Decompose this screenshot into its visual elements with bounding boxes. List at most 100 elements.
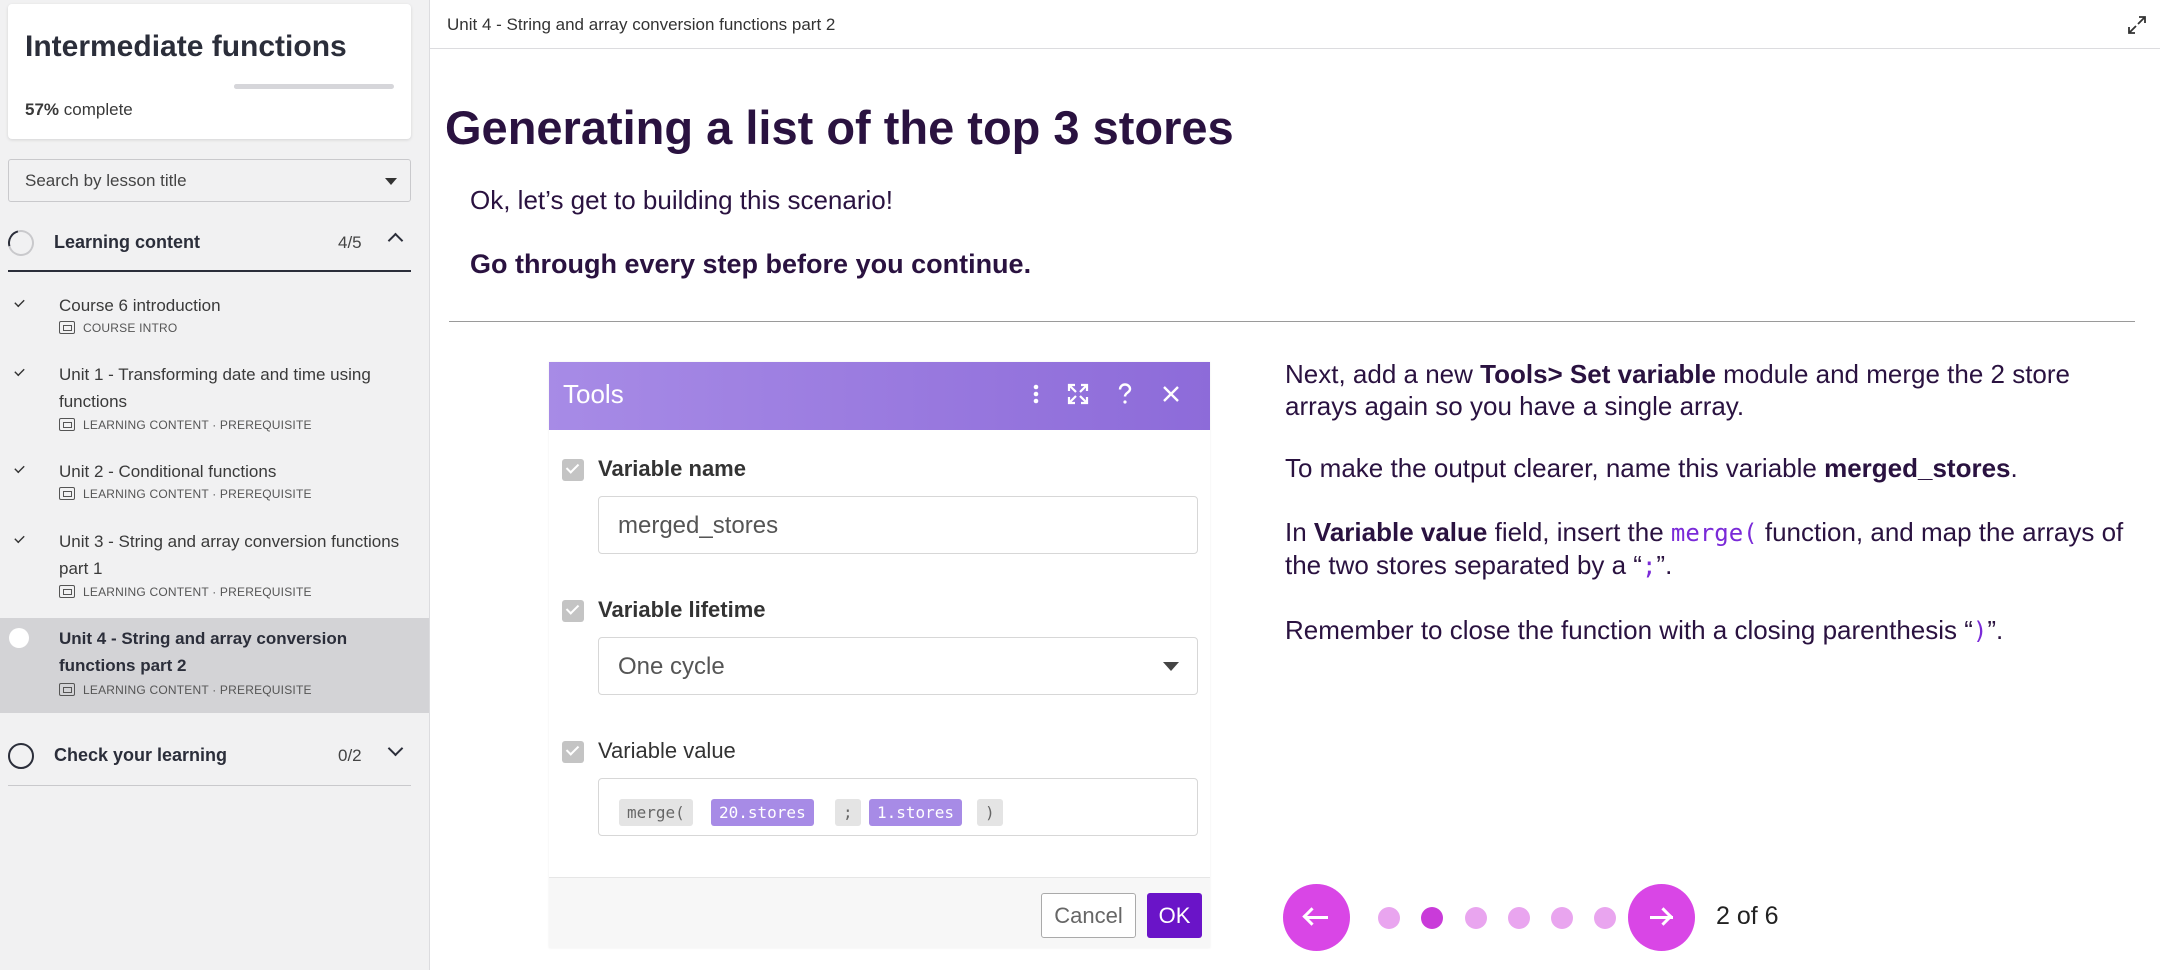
- ok-button: OK: [1147, 893, 1202, 938]
- next-slide-button[interactable]: [1628, 884, 1695, 951]
- content-icon: [59, 585, 75, 598]
- slide-dot[interactable]: [1508, 907, 1530, 929]
- section-check-your-learning[interactable]: Check your learning 0/2: [0, 730, 411, 780]
- section-label: Check your learning: [54, 745, 228, 765]
- text: In: [1285, 517, 1314, 547]
- instruction-paragraph-1: Next, add a new Tools> Set variable modu…: [1285, 358, 2135, 422]
- unit-title: Unit 4 - String and array conversion fun…: [447, 15, 836, 34]
- instruction-paragraph-2: To make the output clearer, name this va…: [1285, 452, 2135, 484]
- slide-dot[interactable]: [1378, 907, 1400, 929]
- section-count: 4/5: [338, 233, 362, 252]
- lesson-title: Unit 2 - Conditional functions: [59, 462, 277, 481]
- token-merge: merge(: [619, 799, 693, 826]
- instruction-paragraph-3: In Variable value field, insert the merg…: [1285, 516, 2135, 582]
- lesson-meta-text: LEARNING CONTENT · PREREQUISITE: [83, 683, 312, 697]
- lesson-unit-2[interactable]: Unit 2 - Conditional functions LEARNING …: [0, 458, 429, 510]
- lesson-content: Unit 4 - String and array conversion fun…: [429, 0, 2160, 970]
- code-text: merge(: [1670, 519, 1758, 547]
- tools-module-title: Tools: [563, 379, 624, 409]
- course-sidebar: Intermediate functions 57% complete Sear…: [0, 0, 429, 970]
- lesson-meta-text: LEARNING CONTENT · PREREQUISITE: [83, 487, 312, 501]
- lesson-unit-3[interactable]: Unit 3 - String and array conversion fun…: [0, 528, 429, 608]
- checkmark-icon: [14, 365, 25, 377]
- variable-name-input: merged_stores: [598, 496, 1198, 554]
- lesson-unit-4[interactable]: Unit 4 - String and array conversion fun…: [0, 618, 429, 713]
- lesson-meta-text: LEARNING CONTENT · PREREQUISITE: [83, 585, 312, 599]
- lesson-title: Unit 3 - String and array conversion fun…: [59, 532, 400, 578]
- section-label: Learning content: [54, 232, 201, 252]
- text: field, insert the: [1487, 517, 1671, 547]
- lesson-course-intro[interactable]: Course 6 introduction COURSE INTRO: [0, 292, 429, 344]
- close-icon: [1163, 386, 1179, 402]
- section-count: 0/2: [338, 746, 362, 765]
- text: Next, add a new: [1285, 359, 1481, 389]
- checkmark-icon: [14, 296, 25, 308]
- text: ”.: [1987, 615, 2004, 645]
- checkmark-icon: [14, 462, 25, 474]
- caret-down-icon: [385, 178, 397, 185]
- chevron-up-icon: [387, 232, 404, 249]
- checkmark-icon: [14, 532, 25, 544]
- lesson-search-select[interactable]: Search by lesson title: [8, 159, 411, 202]
- fullscreen-icon: [1067, 383, 1089, 405]
- lesson-meta-text: LEARNING CONTENT · PREREQUISITE: [83, 418, 312, 432]
- lesson-title: Unit 1 - Transforming date and time usin…: [59, 365, 371, 411]
- token-store-20: 20.stores: [711, 799, 814, 826]
- text: .: [2010, 453, 2018, 483]
- slide-dot[interactable]: [1551, 907, 1573, 929]
- course-title: Intermediate functions: [25, 30, 347, 63]
- section-learning-content[interactable]: Learning content 4/5: [0, 217, 411, 267]
- token-separator: ;: [835, 799, 861, 826]
- more-vertical-icon: [1033, 384, 1039, 404]
- slide-dot[interactable]: [1594, 907, 1616, 929]
- lesson-title: Unit 4 - String and array conversion fun…: [59, 629, 348, 675]
- content-icon: [59, 418, 75, 431]
- document-icon: [59, 321, 75, 334]
- variable-lifetime-select: One cycle: [598, 637, 1198, 695]
- section-divider: [8, 270, 411, 272]
- lesson-search-placeholder: Search by lesson title: [25, 171, 187, 190]
- tools-module-footer: Cancel OK: [549, 877, 1210, 948]
- text: Remember to close the function with a cl…: [1285, 615, 1973, 645]
- course-progress-bar: [234, 84, 394, 89]
- checkbox-collapse-icon: [562, 459, 584, 481]
- code-text: ;: [1641, 552, 1657, 580]
- tools-module-header: Tools: [549, 362, 1210, 430]
- variable-lifetime-value: One cycle: [618, 653, 725, 680]
- previous-slide-button[interactable]: [1283, 884, 1350, 951]
- intro-text: Ok, let’s get to building this scenario!: [470, 185, 893, 215]
- lesson-meta: LEARNING CONTENT · PREREQUISITE: [59, 418, 312, 432]
- course-progress-text: 57% complete: [25, 100, 133, 120]
- section-divider: [8, 785, 411, 786]
- progress-suffix: complete: [63, 100, 133, 119]
- field-label-variable-value: Variable value: [598, 738, 736, 763]
- arrow-right-head: [1654, 907, 1673, 926]
- lesson-meta-text: COURSE INTRO: [83, 321, 178, 335]
- arrow-left-head: [1302, 907, 1321, 926]
- empty-progress-circle-icon: [8, 743, 34, 769]
- help-icon: [1118, 383, 1132, 404]
- variable-value-input: merge( 20.stores ; 1.stores ): [598, 778, 1198, 836]
- intro-bold-text: Go through every step before you continu…: [470, 249, 1032, 279]
- expand-icon[interactable]: [2127, 15, 2147, 35]
- chevron-down-icon: [387, 740, 404, 757]
- slide-dot[interactable]: [1465, 907, 1487, 929]
- instruction-paragraph-4: Remember to close the function with a cl…: [1285, 614, 2135, 647]
- content-divider: [449, 321, 2135, 322]
- checkbox-collapse-icon: [562, 741, 584, 763]
- tools-module-image: Tools Variable name merged_stores Variab…: [549, 362, 1210, 948]
- progress-percent: 57%: [25, 100, 60, 119]
- lesson-meta: LEARNING CONTENT · PREREQUISITE: [59, 683, 312, 697]
- lesson-topbar: Unit 4 - String and array conversion fun…: [430, 0, 2160, 49]
- dropdown-caret-icon: [1163, 662, 1179, 671]
- page-title: Generating a list of the top 3 stores: [445, 101, 1234, 154]
- course-progress-card: Intermediate functions 57% complete: [8, 4, 411, 139]
- text: ”.: [1656, 550, 1673, 580]
- checkbox-collapse-icon: [562, 600, 584, 622]
- bold-text: Variable value: [1313, 517, 1488, 547]
- text: To make the output clearer, name this va…: [1285, 453, 1825, 483]
- field-label-variable-lifetime: Variable lifetime: [598, 597, 766, 622]
- slide-dot[interactable]: [1421, 907, 1443, 929]
- field-label-variable-name: Variable name: [598, 456, 746, 481]
- lesson-unit-1[interactable]: Unit 1 - Transforming date and time usin…: [0, 361, 429, 441]
